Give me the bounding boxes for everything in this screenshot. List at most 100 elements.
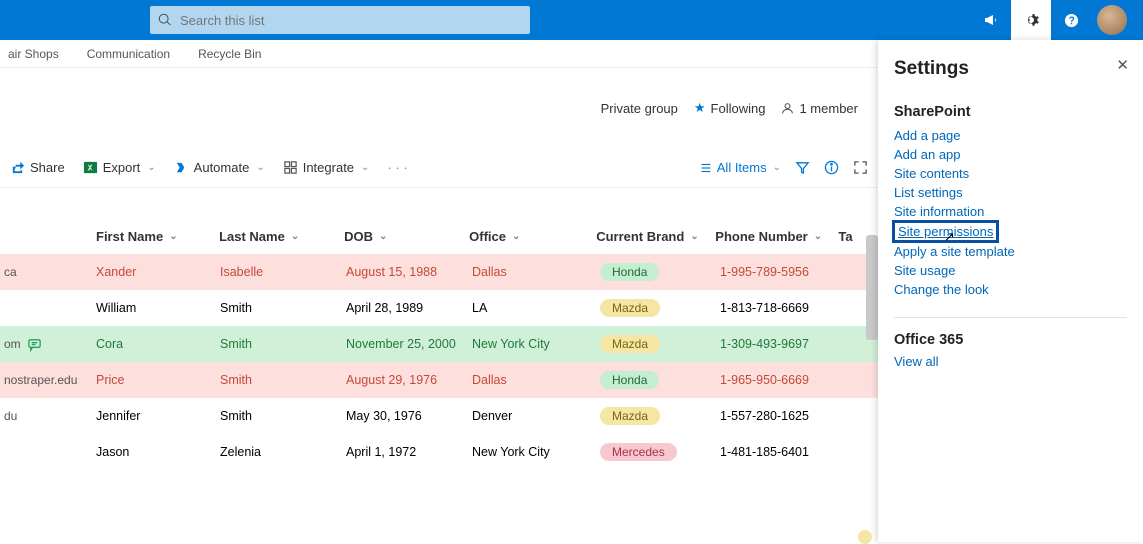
settings-link[interactable]: Add an app	[894, 145, 1127, 164]
cell-brand: Mazda	[600, 335, 720, 353]
cell-last-name: Zelenia	[220, 445, 346, 459]
megaphone-icon[interactable]	[971, 0, 1011, 40]
settings-link[interactable]: Change the look	[894, 280, 1127, 299]
col-brand[interactable]: Current Brand⌄	[596, 229, 715, 244]
settings-link[interactable]: Site usage	[894, 261, 1127, 280]
cell-first-name: Jason	[96, 445, 220, 459]
table-row[interactable]: omCoraSmithNovember 25, 2000New York Cit…	[0, 326, 878, 362]
col-phone[interactable]: Phone Number⌄	[715, 229, 838, 244]
cell-dob: August 29, 1976	[346, 373, 472, 387]
col-office[interactable]: Office⌄	[469, 229, 596, 244]
help-icon[interactable]	[1051, 0, 1091, 40]
cell-office: LA	[472, 301, 600, 315]
cell-brand: Honda	[600, 263, 720, 281]
settings-link[interactable]: Apply a site template	[894, 242, 1127, 261]
panel-title: Settings	[894, 58, 1127, 80]
nav-item[interactable]: Recycle Bin	[198, 47, 261, 61]
pre-cell: nostraper.edu	[0, 373, 96, 387]
share-button[interactable]: Share	[10, 160, 65, 175]
cell-phone: 1-995-789-5956	[720, 265, 844, 279]
cell-brand: Mazda	[600, 299, 720, 317]
view-all-link[interactable]: View all	[894, 354, 1127, 369]
cell-brand: Mercedes	[600, 443, 720, 461]
cell-last-name: Smith	[220, 373, 346, 387]
share-icon	[10, 160, 25, 175]
pre-cell: ca	[0, 265, 96, 279]
table-row[interactable]: duJenniferSmithMay 30, 1976DenverMazda1-…	[0, 398, 878, 434]
scrollbar[interactable]	[866, 235, 878, 340]
flow-icon	[174, 160, 189, 175]
more-button[interactable]: · · ·	[387, 160, 407, 175]
cell-dob: November 25, 2000	[346, 337, 472, 351]
person-icon	[781, 102, 794, 115]
settings-panel: ✕ Settings SharePoint Add a pageAdd an a…	[878, 40, 1143, 542]
nav-item[interactable]: Communication	[87, 47, 170, 61]
list-icon	[699, 161, 713, 175]
table-header: First Name⌄ Last Name⌄ DOB⌄ Office⌄ Curr…	[0, 218, 878, 254]
members-link[interactable]: 1 member	[781, 101, 858, 116]
cell-first-name: Jennifer	[96, 409, 220, 423]
table-row[interactable]: nostraper.eduPriceSmithAugust 29, 1976Da…	[0, 362, 878, 398]
cell-office: Dallas	[472, 265, 600, 279]
cell-office: Denver	[472, 409, 600, 423]
cell-phone: 1-481-185-6401	[720, 445, 844, 459]
col-dob[interactable]: DOB⌄	[344, 229, 469, 244]
integrate-button[interactable]: Integrate⌄	[283, 160, 370, 175]
view-selector[interactable]: All Items⌄	[699, 160, 781, 175]
table-row[interactable]: caXanderIsabelleAugust 15, 1988DallasHon…	[0, 254, 878, 290]
cell-last-name: Smith	[220, 337, 346, 351]
cell-last-name: Smith	[220, 409, 346, 423]
expand-icon[interactable]	[853, 160, 868, 175]
nav-item[interactable]: air Shops	[8, 47, 59, 61]
cell-last-name: Isabelle	[220, 265, 346, 279]
comment-icon	[27, 337, 42, 352]
panel-section-office365: Office 365	[894, 332, 1127, 348]
cell-office: New York City	[472, 445, 600, 459]
avatar[interactable]	[1097, 5, 1127, 35]
filter-icon[interactable]	[795, 160, 810, 175]
following-toggle[interactable]: ★ Following	[694, 100, 766, 116]
excel-icon	[83, 160, 98, 175]
settings-link[interactable]: Site permissions	[894, 222, 997, 241]
col-last-name[interactable]: Last Name⌄	[219, 229, 344, 244]
cell-dob: April 1, 1972	[346, 445, 472, 459]
cell-brand: Mazda	[600, 407, 720, 425]
cell-phone: 1-965-950-6669	[720, 373, 844, 387]
cell-dob: May 30, 1976	[346, 409, 472, 423]
star-icon: ★	[694, 100, 706, 116]
pre-cell: om	[0, 337, 96, 352]
table-row[interactable]: WilliamSmithApril 28, 1989LAMazda1-813-7…	[0, 290, 878, 326]
automate-button[interactable]: Automate⌄	[174, 160, 265, 175]
cell-phone: 1-557-280-1625	[720, 409, 844, 423]
cell-first-name: Cora	[96, 337, 220, 351]
nav-bar: air Shops Communication Recycle Bin	[0, 40, 878, 68]
cell-first-name: William	[96, 301, 220, 315]
close-icon[interactable]: ✕	[1116, 56, 1129, 74]
export-button[interactable]: Export⌄	[83, 160, 156, 175]
cell-dob: August 15, 1988	[346, 265, 472, 279]
cell-office: Dallas	[472, 373, 600, 387]
panel-section-sharepoint: SharePoint	[894, 104, 1127, 120]
gear-icon[interactable]	[1011, 0, 1051, 40]
search-input[interactable]	[180, 13, 522, 28]
settings-link[interactable]: Site contents	[894, 164, 1127, 183]
settings-link[interactable]: Add a page	[894, 126, 1127, 145]
cell-phone: 1-813-718-6669	[720, 301, 844, 315]
search-icon	[158, 13, 172, 27]
list-table: First Name⌄ Last Name⌄ DOB⌄ Office⌄ Curr…	[0, 218, 878, 470]
settings-link[interactable]: Site information	[894, 202, 1127, 221]
group-type: Private group	[601, 101, 678, 116]
cell-phone: 1-309-493-9697	[720, 337, 844, 351]
search-field[interactable]	[150, 6, 530, 34]
cell-first-name: Price	[96, 373, 220, 387]
command-bar: Share Export⌄ Automate⌄ Integrate⌄ · · ·…	[0, 148, 878, 188]
settings-link[interactable]: List settings	[894, 183, 1127, 202]
col-first-name[interactable]: First Name⌄	[96, 229, 219, 244]
cell-office: New York City	[472, 337, 600, 351]
grid-icon	[283, 160, 298, 175]
cell-brand: Honda	[600, 371, 720, 389]
cell-dob: April 28, 1989	[346, 301, 472, 315]
pre-cell: du	[0, 409, 96, 423]
table-row[interactable]: JasonZeleniaApril 1, 1972New York CityMe…	[0, 434, 878, 470]
info-icon[interactable]	[824, 160, 839, 175]
